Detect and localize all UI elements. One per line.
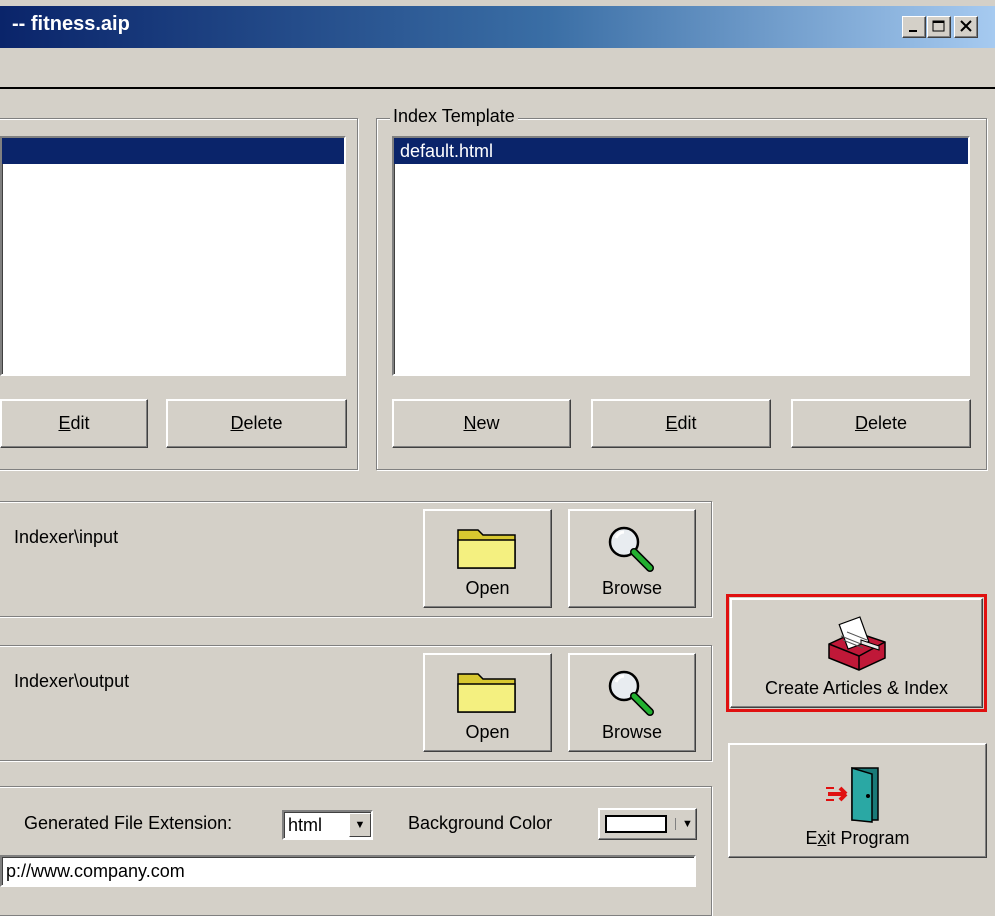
dropdown-arrow-icon[interactable]: ▼ [349,813,371,837]
output-browse-button[interactable]: Browse [568,653,696,752]
article-template-list[interactable] [0,136,346,376]
minimize-icon [909,30,917,32]
magnifier-icon [608,670,654,716]
maximize-icon [932,20,945,32]
create-articles-index-label: Create Articles & Index [764,678,949,698]
close-button[interactable] [954,16,978,38]
url-input[interactable]: p://www.company.com [0,855,696,887]
card-file-icon [827,616,886,671]
input-browse-label: Browse [601,578,663,598]
index-delete-button[interactable]: Delete [791,399,971,448]
input-open-button[interactable]: Open [423,509,552,608]
exit-door-icon [825,766,879,823]
minimize-button[interactable] [902,16,926,38]
exit-program-button[interactable]: Exit Program [728,743,987,858]
index-template-legend: Index Template [390,106,518,127]
folder-icon [456,673,516,713]
maximize-button[interactable] [927,16,951,38]
input-path: Indexer\input [14,527,119,547]
output-path: Indexer\output [14,671,130,691]
background-color-picker[interactable]: ▼ [598,808,697,840]
magnifier-icon [608,526,654,572]
list-item-default-html[interactable]: default.html [394,138,968,164]
extension-select[interactable]: html ▼ [282,810,373,840]
index-edit-button[interactable]: Edit [591,399,771,448]
title-bar[interactable] [0,6,995,48]
background-color-label: Background Color [408,813,553,833]
output-open-label: Open [465,722,510,742]
list-item-selected[interactable] [2,138,344,164]
dropdown-arrow-icon: ▼ [675,818,693,830]
extension-value: html [288,814,323,835]
exit-program-label: Exit Program [805,828,910,848]
index-template-list[interactable]: default.html [392,136,970,376]
close-icon [960,20,972,32]
input-browse-button[interactable]: Browse [568,509,696,608]
menu-separator [0,87,995,89]
input-open-label: Open [465,578,510,598]
window-title: -- fitness.aip [12,13,130,35]
output-browse-label: Browse [601,722,663,742]
new-button[interactable]: New [392,399,571,448]
folder-icon [456,529,516,569]
output-open-button[interactable]: Open [423,653,552,752]
edit-button[interactable]: Edit [0,399,148,448]
color-swatch [605,815,667,833]
create-articles-index-button[interactable]: Create Articles & Index [730,598,983,708]
extension-label: Generated File Extension: [24,813,233,833]
delete-button[interactable]: Delete [166,399,347,448]
